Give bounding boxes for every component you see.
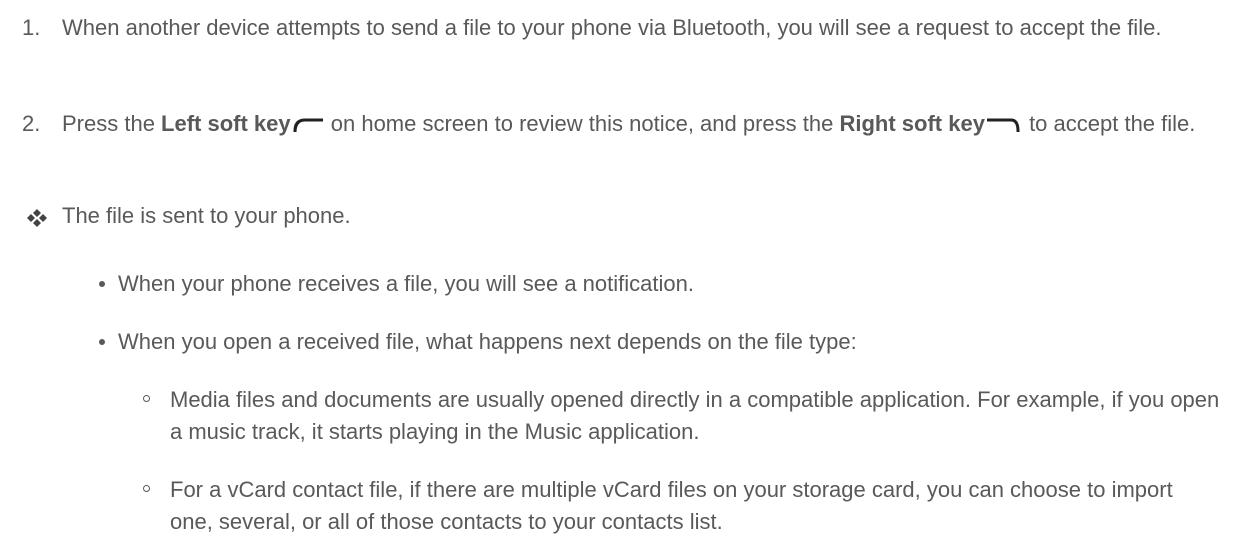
list-item: When you open a received file, what happ… — [0, 326, 1220, 360]
step-number: 1. — [22, 15, 41, 40]
bullet-dot-icon — [99, 281, 105, 287]
sub-bullet-text: Media files and documents are usually op… — [170, 387, 1220, 444]
step-result: The file is sent to your phone. — [0, 200, 1220, 234]
bullet-text: When your phone receives a file, you wil… — [118, 271, 694, 296]
bullet-circle-icon — [143, 485, 150, 492]
step-text-part: on home screen to review this notice, an… — [324, 111, 840, 136]
left-soft-key-label: Left soft key — [161, 111, 291, 136]
step-2: 2. Press the Left soft key on home scree… — [0, 108, 1220, 174]
bullet-text: When you open a received file, what happ… — [118, 329, 857, 354]
list-item: When your phone receives a file, you wil… — [0, 268, 1220, 302]
left-soft-key-icon — [293, 109, 324, 141]
step-text: Press the Left soft key on home screen t… — [62, 108, 1220, 141]
four-diamond-bullet-icon — [26, 204, 48, 236]
result-text: The file is sent to your phone. — [62, 203, 351, 228]
right-soft-key-label: Right soft key — [839, 111, 985, 136]
sub-list-item: For a vCard contact file, if there are m… — [0, 474, 1220, 540]
right-soft-key-icon — [986, 109, 1021, 141]
bullet-dot-icon — [99, 339, 105, 345]
step-1: 1. When another device attempts to send … — [0, 12, 1220, 78]
step-number: 2. — [22, 111, 41, 136]
sub-bullet-text: For a vCard contact file, if there are m… — [170, 477, 1173, 534]
sub-list-item: Media files and documents are usually op… — [0, 384, 1220, 450]
step-text: When another device attempts to send a f… — [62, 15, 1162, 40]
step-text-part: to accept the file. — [1022, 111, 1196, 136]
step-text-part: Press the — [62, 111, 162, 136]
bullet-circle-icon — [143, 395, 150, 402]
